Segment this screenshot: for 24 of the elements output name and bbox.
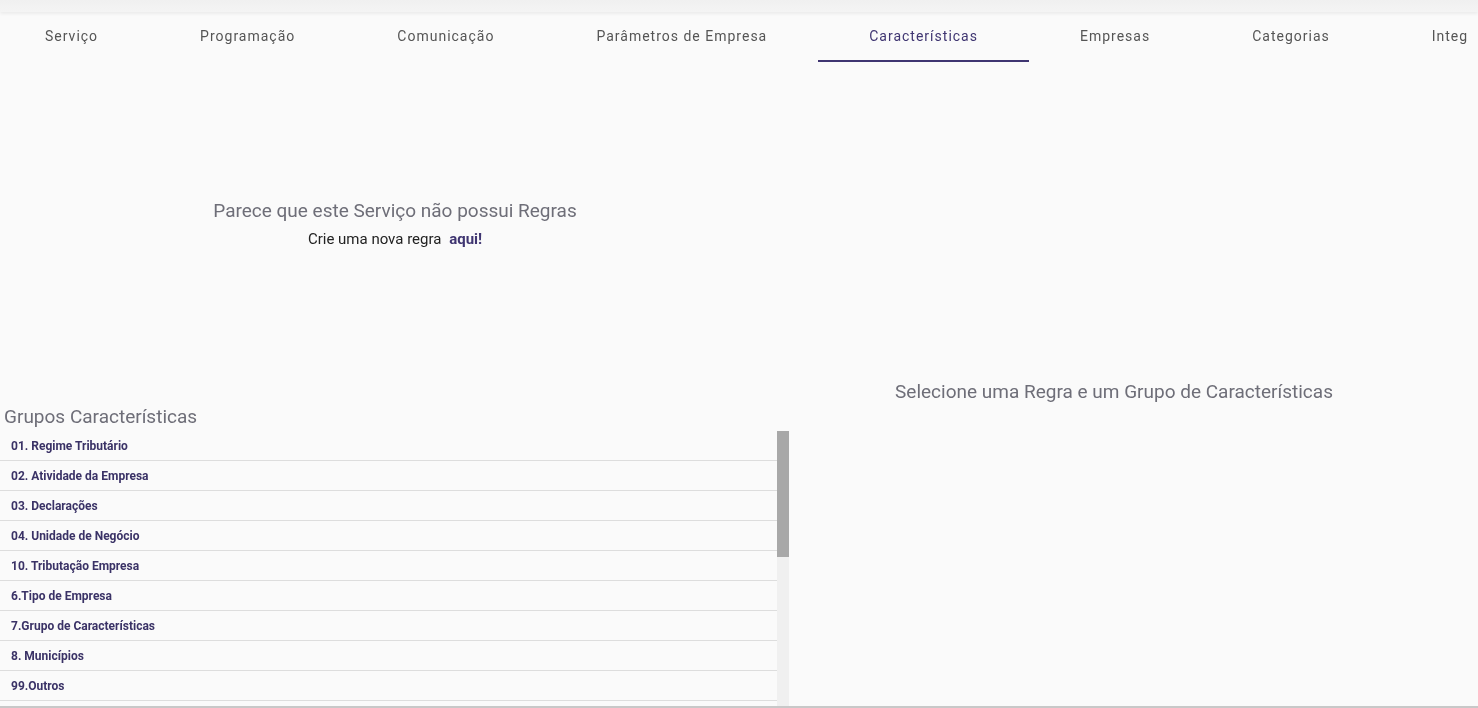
group-list-item[interactable]: 6.Tipo de Empresa <box>0 581 777 611</box>
tab[interactable]: Integ <box>1380 12 1478 62</box>
group-list-item[interactable]: 7.Grupo de Características <box>0 611 777 641</box>
tab[interactable]: Características <box>818 12 1029 62</box>
groups-title: Grupos Características <box>4 405 198 430</box>
group-list-item[interactable]: 01. Regime Tributário <box>0 431 777 461</box>
scrollbar-thumb[interactable] <box>777 431 789 557</box>
group-list-item[interactable]: 99.Outros <box>0 671 777 701</box>
tab[interactable]: Parâmetros de Empresa <box>545 12 819 62</box>
create-rule-text: Crie uma nova regra aqui! <box>306 230 484 248</box>
group-list-item[interactable]: 10. Tributação Empresa <box>0 551 777 581</box>
select-rule-message: Selecione uma Regra e um Grupo de Características <box>895 380 1333 403</box>
empty-rules-title: Parece que este Serviço não possui Regras <box>213 199 577 222</box>
tab[interactable]: Categorias <box>1201 12 1381 62</box>
tab[interactable]: Serviço <box>0 12 150 62</box>
group-list-item[interactable]: 02. Atividade da Empresa <box>0 461 777 491</box>
group-list-item[interactable]: 8. Municípios <box>0 641 777 671</box>
tab[interactable]: Comunicação <box>346 12 546 62</box>
scrollbar[interactable] <box>777 431 789 706</box>
group-list-item[interactable]: 03. Declarações <box>0 491 777 521</box>
here-link[interactable]: aqui! <box>449 230 483 248</box>
group-list-item[interactable]: 04. Unidade de Negócio <box>0 521 777 551</box>
tab[interactable]: Programação <box>149 12 347 62</box>
tab[interactable]: Empresas <box>1028 12 1202 62</box>
